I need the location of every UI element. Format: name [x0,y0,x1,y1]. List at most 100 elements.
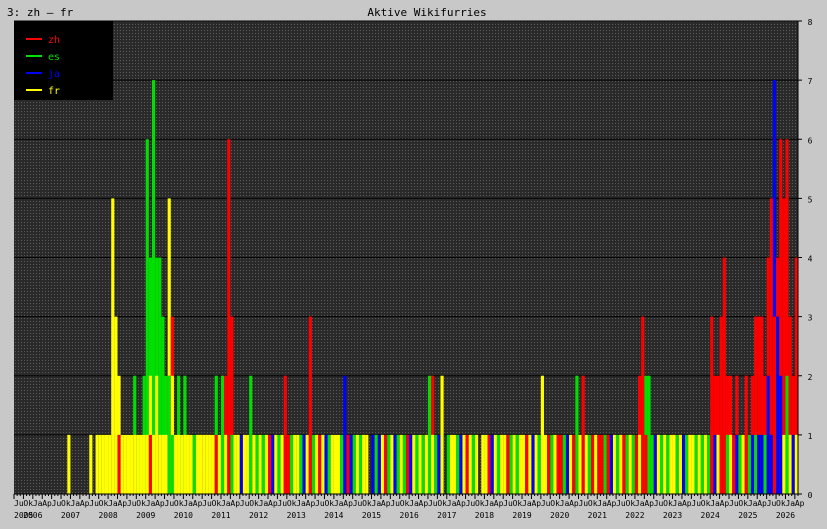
bar-ja-2014-04 [343,375,347,494]
x-year-label-2014: 2014 [324,511,343,520]
x-year-label-2011: 2011 [211,511,230,520]
bar-zh-2008-04 [117,434,121,494]
bar-es-2023-12 [707,434,711,494]
x-year-label-2010: 2010 [174,511,193,520]
legend-box [14,21,113,100]
bar-fr-2024-07 [729,434,733,494]
bar-es-2013-11 [327,434,331,494]
bar-zh-2019-09 [547,434,551,494]
bar-fr-2011-11 [252,434,256,494]
x-year-label-2026: 2026 [776,511,795,520]
x-quarter-label: Ja [710,499,720,508]
bar-fr-2009-03 [151,434,156,494]
bar-fr-2022-02 [638,434,642,494]
bar-es-2014-03 [340,434,344,494]
bar-es-2021-07 [616,434,620,494]
bar-es-2017-01 [446,434,450,494]
x-quarter-label: Ap [343,499,353,508]
bar-zh-2022-03 [641,316,645,494]
x-quarter-label: Ja [296,499,306,508]
bar-zh-2012-04 [268,434,272,494]
x-quarter-label: Ja [447,499,457,508]
bar-es-2018-11 [515,434,519,494]
bar-fr-2012-01 [258,434,262,494]
legend-label-es: es [48,52,60,63]
bar-fr-2019-11 [553,434,557,494]
x-quarter-label: Ap [531,499,541,508]
bar-ja-2024-02 [713,434,717,494]
bar-fr-2019-05 [534,434,538,494]
bar-fr-2016-08 [431,434,435,494]
bar-fr-2009-12 [180,434,184,494]
bar-zh-2020-01 [559,434,563,494]
bar-zh-2013-08 [318,434,322,494]
bar-es-2018-05 [496,434,501,494]
bar-fr-2008-02 [111,198,115,494]
bar-fr-2008-05 [120,434,124,494]
bar-fr-2016-06 [424,434,428,494]
bar-fr-2011-05 [233,434,237,494]
x-quarter-label: Ju [89,499,99,508]
bar-fr-2010-09 [208,434,212,494]
bar-ja-2016-01 [409,434,413,494]
bar-zh-2024-05 [722,257,726,494]
legend-label-zh: zh [48,35,60,46]
bar-fr-2008-08 [130,434,134,494]
x-quarter-label: Ju [14,499,24,508]
y-tick-label-7: 7 [808,77,813,86]
x-quarter-label: Ju [353,499,363,508]
bar-es-2021-12 [631,434,635,494]
x-quarter-label: Ja [785,499,795,508]
bar-ja-2023-04 [681,434,686,494]
bar-es-2013-06 [311,434,316,494]
bar-fr-2022-10 [663,434,667,494]
bar-fr-2022-08 [656,434,661,494]
bar-fr-2019-08 [543,434,548,494]
x-quarter-label: Ju [541,499,551,508]
x-year-label-2013: 2013 [287,511,306,520]
x-quarter-label: Ja [70,499,80,508]
bar-fr-2016-04 [418,434,422,494]
bar-ja-2014-06 [349,434,353,494]
x-quarter-label: Ok [136,499,146,508]
x-year-label-2025: 2025 [738,511,757,520]
bar-fr-2007-10 [98,434,102,494]
x-quarter-label: Ap [644,499,654,508]
x-quarter-label: Ap [757,499,767,508]
x-year-label-2023: 2023 [663,511,682,520]
x-quarter-label: Ja [334,499,344,508]
bar-es-2015-09 [396,434,400,494]
x-quarter-label: Ok [738,499,748,508]
x-quarter-label: Ap [607,499,617,508]
bar-es-2011-01 [220,375,225,494]
bar-fr-2015-04 [380,434,385,494]
x-quarter-label: Ja [372,499,382,508]
bar-ja-2020-03 [565,434,570,494]
bar-es-2019-10 [550,434,554,494]
bar-fr-2012-06 [274,434,278,494]
y-tick-label-4: 4 [808,255,813,264]
bar-fr-2014-08 [355,434,359,494]
bar-es-2011-10 [249,375,253,494]
bar-es-2019-06 [537,434,541,494]
bar-es-2025-06 [763,434,767,494]
bar-ja-2025-08 [769,434,773,494]
bar-fr-2008-01 [108,434,112,494]
bar-zh-2022-04 [644,434,648,494]
y-tick-label-1: 1 [808,432,813,441]
bar-zh-2024-04 [719,316,723,494]
bar-ja-2025-02 [750,434,755,494]
bar-fr-2019-01 [522,434,526,494]
x-quarter-label: Ap [268,499,278,508]
x-quarter-label: Ja [108,499,118,508]
bar-es-2014-09 [358,434,363,494]
bar-es-2022-11 [666,434,670,494]
bar-fr-2019-03 [528,434,532,494]
x-quarter-label: Ju [466,499,476,508]
bar-es-2015-06 [387,434,391,494]
bar-zh-2024-01 [710,316,714,494]
bar-ja-2026-03 [791,434,795,494]
bar-ja-2015-03 [377,434,381,494]
bar-fr-2023-11 [703,434,708,494]
bar-fr-2006-12 [67,434,71,494]
